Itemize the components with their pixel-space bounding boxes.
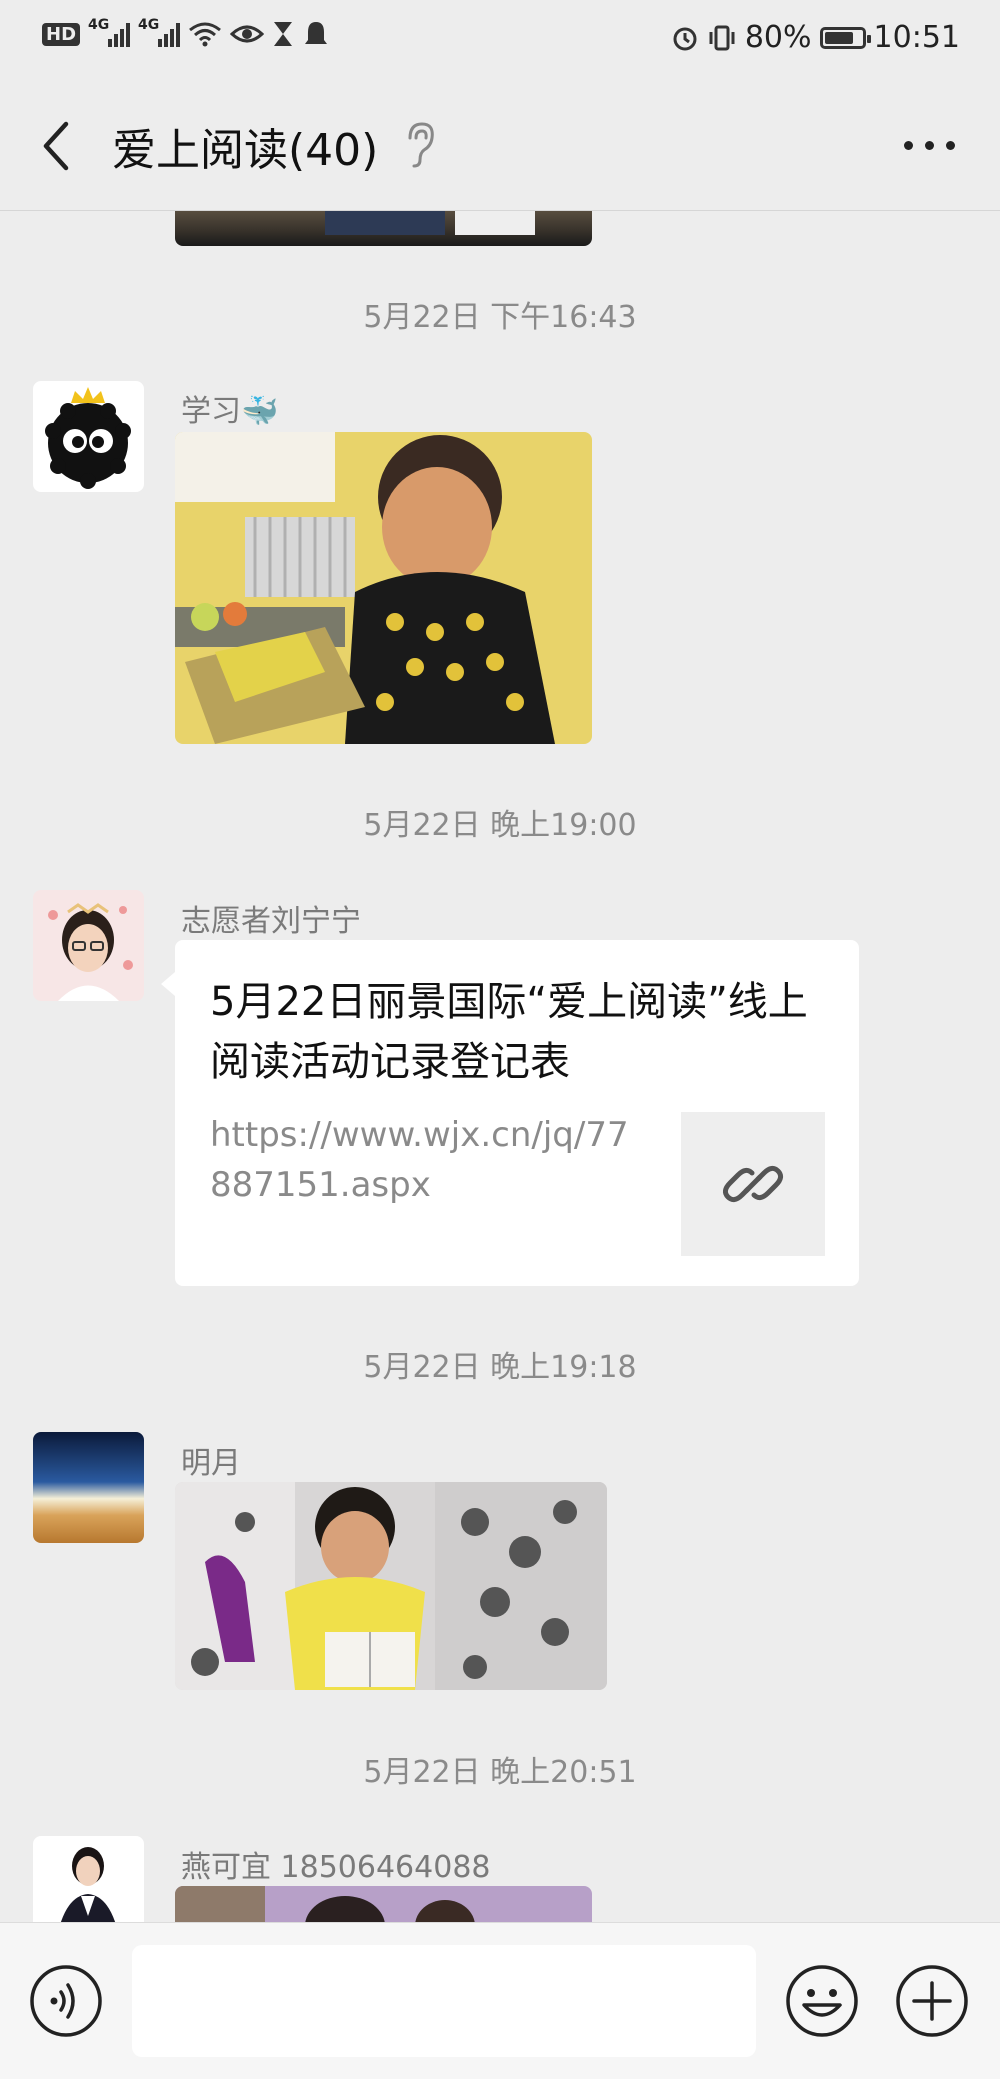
woman-avatar[interactable]: [33, 890, 144, 1001]
back-icon[interactable]: [34, 116, 84, 176]
message-image[interactable]: [175, 1482, 607, 1690]
link-card-url: https://www.wjx.cn/jq/77887151.aspx: [210, 1115, 629, 1205]
plus-icon[interactable]: [894, 1963, 970, 2039]
sender-name: 学习🐳: [181, 394, 279, 429]
battery-percent: 80%: [744, 20, 812, 55]
message-timestamp: 5月22日 晚上20:51: [363, 1755, 637, 1790]
vibrate-icon: [709, 25, 735, 50]
status-left: HD 4G 4G: [42, 17, 330, 48]
hourglass-icon: [274, 22, 293, 46]
link-icon: [722, 1165, 784, 1203]
ear-icon: [408, 122, 434, 168]
link-card-title: 5月22日丽景国际“爱上阅读”线上阅读活动记录登记表: [210, 979, 808, 1085]
message-image[interactable]: [175, 432, 592, 744]
emoji-icon[interactable]: [784, 1963, 860, 2039]
chat-header: 爱上阅读(40): [0, 80, 1000, 211]
more-icon-dot: [904, 140, 913, 150]
message-timestamp: 5月22日 下午16:43: [363, 300, 637, 335]
more-button[interactable]: [904, 130, 960, 160]
message-image-partial[interactable]: [175, 210, 592, 246]
alarm-icon: [673, 27, 697, 50]
status-bar: HD 4G 4G 80% 10:51: [0, 0, 1000, 80]
status-right: 80% 10:51: [671, 20, 960, 55]
horizon-avatar[interactable]: [33, 1432, 144, 1543]
more-icon-dot: [946, 140, 955, 150]
soot-sprite-avatar[interactable]: [33, 381, 144, 492]
wifi-icon: [189, 22, 221, 47]
notification-bell-icon: [305, 22, 328, 44]
signal-icon-sim1: 4G: [88, 17, 131, 47]
portrait-avatar[interactable]: [33, 1836, 144, 1922]
sender-name: 燕可宜 18506464088: [181, 1850, 491, 1885]
message-timestamp: 5月22日 晚上19:00: [363, 808, 637, 843]
input-bar: [0, 1922, 1000, 2079]
link-card[interactable]: 5月22日丽景国际“爱上阅读”线上阅读活动记录登记表 https://www.w…: [161, 940, 859, 1286]
sender-name: 志愿者刘宁宁: [181, 904, 361, 939]
clock: 10:51: [873, 20, 960, 55]
signal-icon-sim2: 4G: [138, 17, 181, 47]
message-image-partial[interactable]: [175, 1886, 592, 1922]
chat-title: 爱上阅读(40): [112, 125, 379, 176]
chat-message-list[interactable]: 5月22日 下午16:43 学习🐳 5月22日 晚上19:00 志愿者刘宁宁 5…: [0, 210, 1000, 1922]
hd-icon: HD: [42, 22, 81, 46]
voice-icon[interactable]: [28, 1963, 104, 2039]
battery-icon: [819, 26, 871, 49]
sender-name: 明月: [181, 1446, 241, 1481]
message-timestamp: 5月22日 晚上19:18: [363, 1350, 637, 1385]
eye-icon: [230, 25, 265, 43]
more-icon-dot: [925, 140, 934, 150]
message-input[interactable]: [132, 1945, 756, 2057]
link-card-thumbnail: [681, 1112, 825, 1256]
